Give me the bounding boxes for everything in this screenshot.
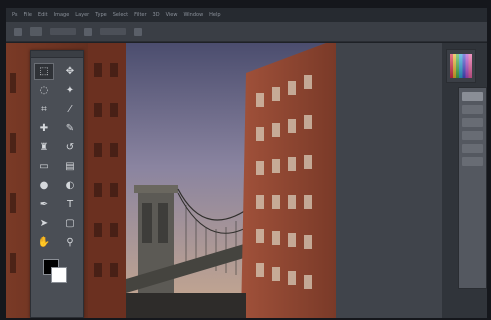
eraser-tool-icon[interactable]: ▭ xyxy=(34,158,54,175)
color-swatches xyxy=(31,257,83,289)
menu-item-window[interactable]: Window xyxy=(183,8,203,22)
tool-preset-icon[interactable] xyxy=(14,27,22,36)
menu-item-select[interactable]: Select xyxy=(113,8,128,22)
menu-item-layer[interactable]: Layer xyxy=(75,8,89,22)
tool-grid: ⬚ ✥ ◌ ✦ ⌗ ⁄ ✚ ✎ ♜ ↺ ▭ ▤ ● ◐ ✒ T ➤ ▢ ✋ ⚲ xyxy=(31,58,83,253)
move-tool-icon[interactable]: ✥ xyxy=(60,63,80,80)
tools-panel-header[interactable] xyxy=(31,51,83,58)
eyedropper-tool-icon[interactable]: ⁄ xyxy=(60,101,80,118)
crop-tool-icon[interactable]: ⌗ xyxy=(34,101,54,118)
swatches-panel[interactable] xyxy=(446,49,476,83)
options-bar xyxy=(6,22,487,42)
menu-item-edit[interactable]: Edit xyxy=(38,8,48,22)
healing-brush-tool-icon[interactable]: ✚ xyxy=(34,120,54,137)
clone-stamp-tool-icon[interactable]: ♜ xyxy=(34,139,54,156)
photoshop-window: Ps File Edit Image Layer Type Select Filter 3D Vi… xyxy=(6,8,487,318)
background-color-swatch[interactable] xyxy=(51,267,67,283)
feather-field[interactable] xyxy=(50,28,76,35)
menu-item-image[interactable]: Image xyxy=(54,8,70,22)
magic-wand-tool-icon[interactable]: ✦ xyxy=(60,82,80,99)
hand-tool-icon[interactable]: ✋ xyxy=(34,234,54,251)
menu-item-ps[interactable]: Ps xyxy=(12,8,18,22)
rectangular-marquee-tool-icon[interactable]: ⬚ xyxy=(34,63,54,80)
layers-panel xyxy=(458,87,487,289)
brush-tool-icon[interactable]: ✎ xyxy=(60,120,80,137)
menu-item-view[interactable]: View xyxy=(166,8,178,22)
dodge-tool-icon[interactable]: ◐ xyxy=(60,177,80,194)
layer-row[interactable] xyxy=(462,157,483,166)
swatch-grid[interactable] xyxy=(450,54,472,78)
layer-row[interactable] xyxy=(462,118,483,127)
menu-item-help[interactable]: Help xyxy=(209,8,220,22)
menu-bar: Ps File Edit Image Layer Type Select Filter 3D Vi… xyxy=(6,8,487,22)
tools-panel: ⬚ ✥ ◌ ✦ ⌗ ⁄ ✚ ✎ ♜ ↺ ▭ ▤ ● ◐ ✒ T ➤ ▢ ✋ ⚲ xyxy=(30,50,84,318)
menu-item-3d[interactable]: 3D xyxy=(153,8,160,22)
shape-tool-icon[interactable]: ▢ xyxy=(60,215,80,232)
type-tool-icon[interactable]: T xyxy=(60,196,80,213)
canvas-workspace[interactable]: ⬚ ✥ ◌ ✦ ⌗ ⁄ ✚ ✎ ♜ ↺ ▭ ▤ ● ◐ ✒ T ➤ ▢ ✋ ⚲ xyxy=(6,43,442,318)
blur-tool-icon[interactable]: ● xyxy=(34,177,54,194)
menu-item-file[interactable]: File xyxy=(24,8,32,22)
layer-row[interactable] xyxy=(462,105,483,114)
history-brush-tool-icon[interactable]: ↺ xyxy=(60,139,80,156)
gradient-tool-icon[interactable]: ▤ xyxy=(60,158,80,175)
menu-item-type[interactable]: Type xyxy=(95,8,106,22)
zoom-tool-icon[interactable]: ⚲ xyxy=(60,234,80,251)
refine-edge-icon[interactable] xyxy=(134,27,142,36)
anti-alias-checkbox[interactable] xyxy=(84,27,92,36)
menu-item-filter[interactable]: Filter xyxy=(134,8,146,22)
lasso-tool-icon[interactable]: ◌ xyxy=(34,82,54,99)
path-selection-tool-icon[interactable]: ➤ xyxy=(34,215,54,232)
panel-dock xyxy=(442,43,487,318)
layer-row[interactable] xyxy=(462,131,483,140)
layer-row[interactable] xyxy=(462,92,483,101)
layer-row[interactable] xyxy=(462,144,483,153)
style-select[interactable] xyxy=(100,28,126,35)
selection-mode-buttons[interactable] xyxy=(30,27,42,36)
pen-tool-icon[interactable]: ✒ xyxy=(34,196,54,213)
